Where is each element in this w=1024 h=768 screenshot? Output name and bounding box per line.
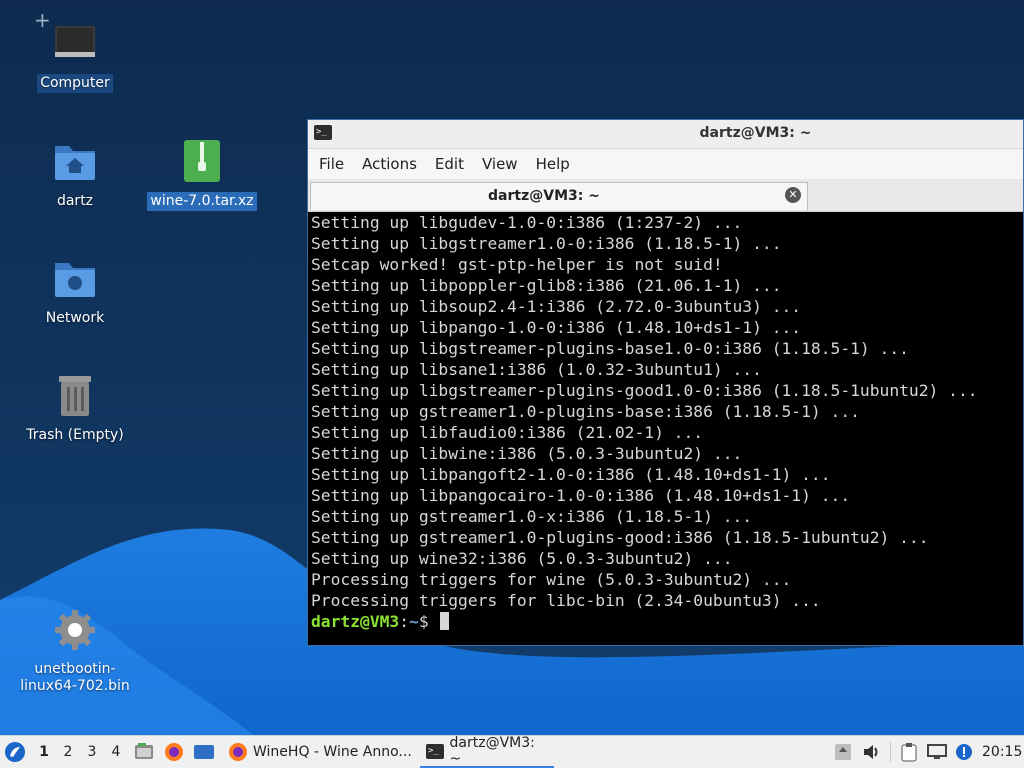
terminal-line: Setting up libgstreamer1.0-0:i386 (1.18.…: [311, 234, 782, 253]
menu-actions[interactable]: Actions: [353, 151, 426, 177]
window-titlebar[interactable]: >_ dartz@VM3: ~: [308, 120, 1023, 149]
firefox-icon: [229, 743, 247, 761]
desktop-icon-label: Network: [45, 310, 105, 326]
desktop-icon-label: Trash (Empty): [26, 427, 124, 443]
clipboard-icon: [901, 743, 917, 762]
terminal-line: Setting up libgudev-1.0-0:i386 (1:237-2)…: [311, 213, 743, 232]
archive-file-icon: [184, 140, 220, 182]
file-manager-icon: [135, 743, 153, 759]
terminal-line: Setting up gstreamer1.0-plugins-base:i38…: [311, 402, 860, 421]
start-menu-button[interactable]: [4, 736, 26, 768]
terminal-output[interactable]: Setting up libgudev-1.0-0:i386 (1:237-2)…: [311, 212, 1023, 645]
desktop-icon-computer[interactable]: Computer: [10, 20, 140, 93]
workspace-1[interactable]: 1: [32, 736, 56, 768]
menu-help[interactable]: Help: [527, 151, 579, 177]
terminal-line: Setting up libgstreamer-plugins-base1.0-…: [311, 339, 909, 358]
show-desktop-button[interactable]: [193, 736, 215, 768]
network-icon: [927, 744, 947, 759]
desktop-icon-trash[interactable]: Trash (Empty): [10, 372, 140, 445]
menu-bar: File Actions Edit View Help: [308, 149, 1023, 179]
window-title: dartz@VM3: ~: [699, 125, 812, 141]
tab-bar: dartz@VM3: ~ ✕: [308, 179, 1023, 212]
volume-tray-button[interactable]: [862, 736, 882, 768]
taskbar: 1 2 3 4 WineHQ - Wine Anno... >_ dartz@V…: [0, 735, 1024, 768]
desktop-icon-network[interactable]: Network: [10, 255, 140, 328]
menu-view[interactable]: View: [473, 151, 527, 177]
updates-tray-button[interactable]: [834, 736, 852, 768]
terminal-line: Setting up gstreamer1.0-x:i386 (1.18.5-1…: [311, 507, 753, 526]
lubuntu-logo-icon: [5, 742, 25, 762]
terminal-line: Processing triggers for wine (5.0.3-3ubu…: [311, 570, 792, 589]
prompt-path: ~: [409, 612, 419, 631]
menu-file[interactable]: File: [310, 151, 353, 177]
desktop-icon-label: dartz: [56, 193, 94, 209]
terminal-line: Processing triggers for libc-bin (2.34-0…: [311, 591, 821, 610]
terminal-icon: >_: [426, 743, 444, 759]
terminal-tab[interactable]: dartz@VM3: ~ ✕: [310, 182, 808, 210]
task-label: WineHQ - Wine Anno...: [253, 744, 412, 760]
close-tab-icon[interactable]: ✕: [785, 187, 801, 203]
terminal-line: Setting up wine32:i386 (5.0.3-3ubuntu2) …: [311, 549, 733, 568]
clock[interactable]: 20:15: [982, 736, 1022, 768]
terminal-line: Setting up libgstreamer-plugins-good1.0-…: [311, 381, 978, 400]
clipboard-tray-button[interactable]: [900, 736, 918, 768]
firefox-icon: [165, 743, 183, 761]
desktop-icon-dartz[interactable]: dartz: [10, 138, 140, 211]
task-label: dartz@VM3: ~: [449, 735, 535, 767]
desktop-icon: [194, 745, 214, 759]
task-terminal[interactable]: >_ dartz@VM3: ~: [420, 735, 554, 768]
volume-icon: [864, 745, 878, 759]
network-tray-button[interactable]: [926, 736, 948, 768]
terminal-line: Setting up gstreamer1.0-plugins-good:i38…: [311, 528, 929, 547]
computer-icon: [55, 26, 95, 57]
workspace-2[interactable]: 2: [56, 736, 80, 768]
tab-title: dartz@VM3: ~: [488, 188, 600, 204]
workspace-3[interactable]: 3: [80, 736, 104, 768]
network-folder-icon: [55, 263, 95, 297]
tray-separator: [890, 742, 891, 762]
workspace-4[interactable]: 4: [104, 736, 128, 768]
terminal-window[interactable]: >_ dartz@VM3: ~ File Actions Edit View H…: [307, 119, 1024, 646]
desktop-icon-unetbootin[interactable]: unetbootin- linux64-702.bin: [10, 606, 140, 696]
desktop-icon-label: Computer: [37, 74, 113, 93]
terminal-line: Setting up libwine:i386 (5.0.3-3ubuntu2)…: [311, 444, 743, 463]
prompt-user: dartz@VM3: [311, 612, 400, 631]
terminal-line: Setting up libfaudio0:i386 (21.02-1) ...: [311, 423, 704, 442]
file-manager-launcher[interactable]: [134, 736, 154, 768]
notification-tray-button[interactable]: [954, 736, 974, 768]
trash-icon: [59, 376, 91, 416]
terminal-line: Setting up libsane1:i386 (1.0.32-3ubuntu…: [311, 360, 762, 379]
terminal-line: Setting up libpango-1.0-0:i386 (1.48.10+…: [311, 318, 802, 337]
terminal-line: Setcap worked! gst-ptp-helper is not sui…: [311, 255, 723, 274]
terminal-line: Setting up libpangocairo-1.0-0:i386 (1.4…: [311, 486, 851, 505]
update-icon: [835, 744, 851, 760]
terminal-prompt[interactable]: dartz@VM3:~$: [311, 611, 1023, 632]
firefox-launcher[interactable]: [164, 736, 184, 768]
desktop-icon-wine-archive[interactable]: wine-7.0.tar.xz: [137, 138, 267, 211]
terminal-line: Setting up libpoppler-glib8:i386 (21.06.…: [311, 276, 782, 295]
prompt-separator: :: [399, 612, 410, 631]
desktop-icon-label: unetbootin- linux64-702.bin: [20, 661, 130, 694]
notification-icon: [956, 744, 972, 760]
menu-edit[interactable]: Edit: [426, 151, 473, 177]
settings-gear-icon: [55, 610, 95, 650]
text-cursor: [440, 612, 450, 630]
terminal-line: Setting up libsoup2.4-1:i386 (2.72.0-3ub…: [311, 297, 802, 316]
prompt-symbol: $: [418, 612, 439, 631]
home-folder-icon: [55, 146, 95, 180]
desktop-icon-label: wine-7.0.tar.xz: [147, 192, 257, 211]
terminal-line: Setting up libpangoft2-1.0-0:i386 (1.48.…: [311, 465, 831, 484]
task-firefox[interactable]: WineHQ - Wine Anno...: [222, 736, 418, 768]
